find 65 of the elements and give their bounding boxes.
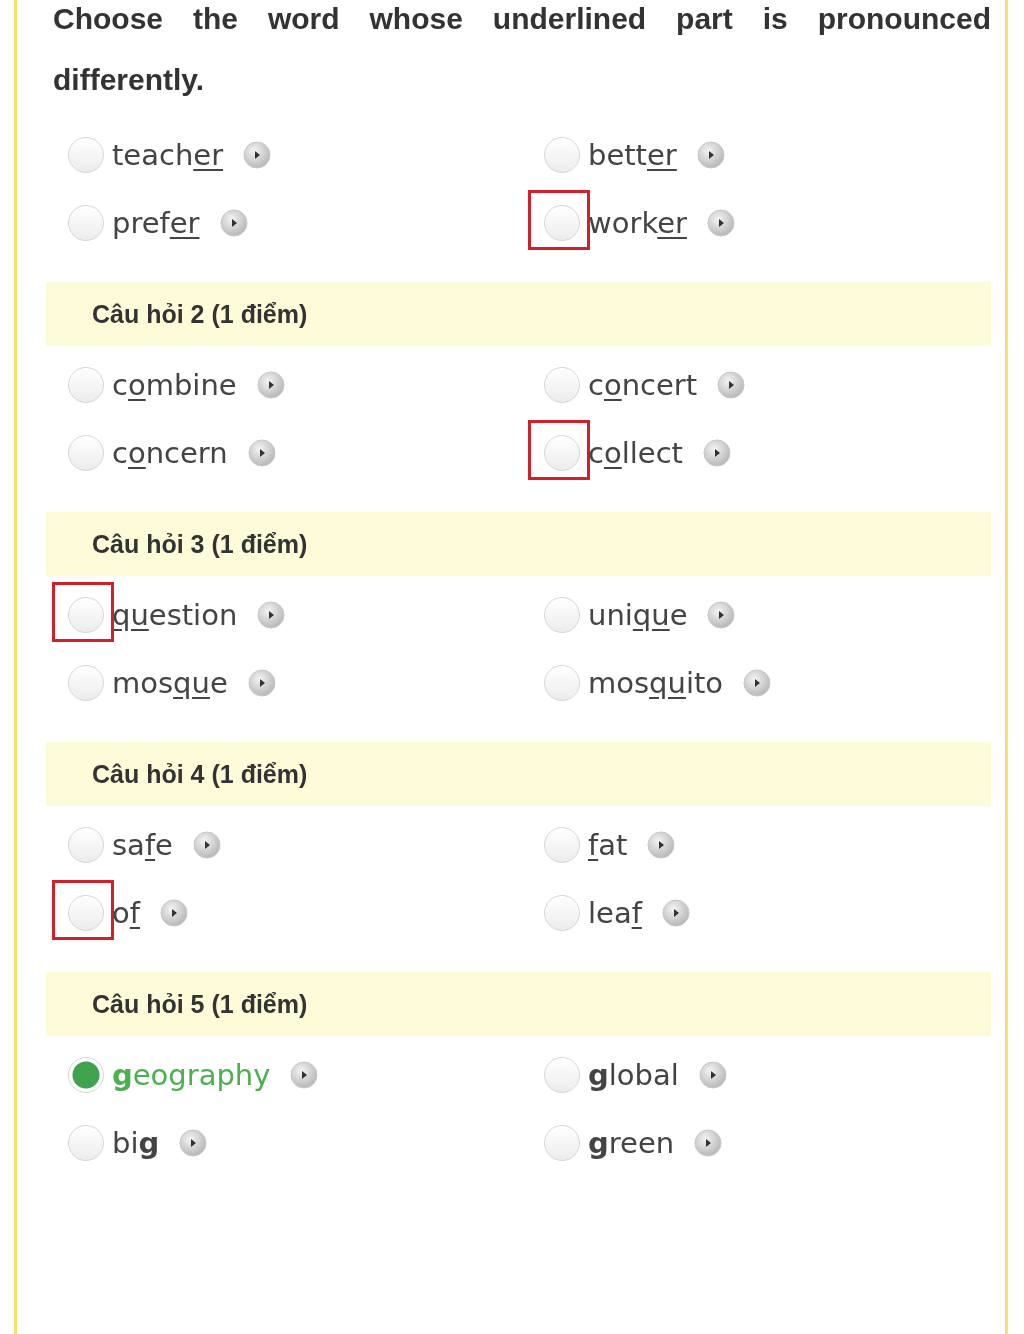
radio-button[interactable]	[544, 827, 580, 863]
option-word: green	[588, 1125, 675, 1162]
radio-button[interactable]	[68, 1057, 104, 1093]
play-icon[interactable]	[703, 439, 731, 467]
play-icon[interactable]	[247, 439, 276, 467]
play-icon[interactable]	[647, 831, 676, 859]
radio-button[interactable]	[68, 597, 104, 633]
radio-button[interactable]	[544, 665, 580, 701]
radio-button[interactable]	[68, 665, 104, 701]
option-word: question	[112, 597, 238, 634]
play-icon[interactable]	[290, 1061, 319, 1089]
radio-button[interactable]	[544, 137, 580, 173]
radio-button[interactable]	[68, 205, 104, 241]
option-word: leaf	[588, 895, 642, 932]
question-title: Câu hỏi 3 (1 điểm)	[92, 529, 308, 559]
play-icon[interactable]	[717, 371, 746, 399]
radio-button[interactable]	[68, 827, 104, 863]
play-icon[interactable]	[256, 371, 285, 399]
option-word: geography	[112, 1057, 271, 1094]
radio-button[interactable]	[544, 1125, 580, 1161]
radio-button[interactable]	[544, 597, 580, 633]
option-word: concert	[588, 367, 698, 404]
option-word: mosque	[112, 665, 228, 702]
radio-button[interactable]	[68, 367, 104, 403]
radio-button[interactable]	[544, 435, 580, 471]
play-icon[interactable]	[706, 209, 735, 237]
radio-button[interactable]	[68, 435, 104, 471]
option-word: concern	[112, 435, 228, 472]
radio-button[interactable]	[544, 895, 580, 931]
option-word: better	[588, 137, 677, 174]
instruction-text: Choose the word whose underlined part is pronounced differently.	[53, 1, 991, 98]
option-word: worker	[588, 205, 687, 242]
play-icon[interactable]	[694, 1129, 723, 1157]
option-word: fat	[588, 827, 628, 864]
play-icon[interactable]	[707, 601, 736, 629]
play-icon[interactable]	[243, 141, 272, 169]
play-icon[interactable]	[257, 601, 286, 629]
option-word: global	[588, 1057, 679, 1094]
radio-button[interactable]	[68, 895, 104, 931]
play-icon[interactable]	[219, 209, 248, 237]
play-icon[interactable]	[698, 1061, 727, 1089]
option-word: mosquito	[588, 665, 724, 702]
option-word: of	[112, 895, 140, 932]
option-word: unique	[588, 597, 688, 634]
play-icon[interactable]	[192, 831, 221, 859]
play-icon[interactable]	[696, 141, 725, 169]
option-word: teacher	[112, 137, 224, 174]
radio-button[interactable]	[544, 367, 580, 403]
play-icon[interactable]	[661, 899, 690, 927]
option-word: prefer	[112, 205, 200, 242]
radio-button[interactable]	[544, 1057, 580, 1093]
radio-button[interactable]	[544, 205, 580, 241]
option-word: safe	[112, 827, 173, 864]
option-word: collect	[588, 435, 683, 472]
play-icon[interactable]	[247, 669, 276, 697]
question-title: Câu hỏi 4 (1 điểm)	[92, 759, 308, 789]
option-word: combine	[112, 367, 237, 404]
play-icon[interactable]	[159, 899, 188, 927]
play-icon[interactable]	[179, 1129, 208, 1157]
option-word: big	[112, 1125, 160, 1162]
play-icon[interactable]	[743, 669, 772, 697]
radio-button[interactable]	[68, 1125, 104, 1161]
question-title: Câu hỏi 2 (1 điểm)	[92, 299, 308, 329]
question-title: Câu hỏi 5 (1 điểm)	[92, 989, 308, 1019]
radio-button[interactable]	[68, 137, 104, 173]
